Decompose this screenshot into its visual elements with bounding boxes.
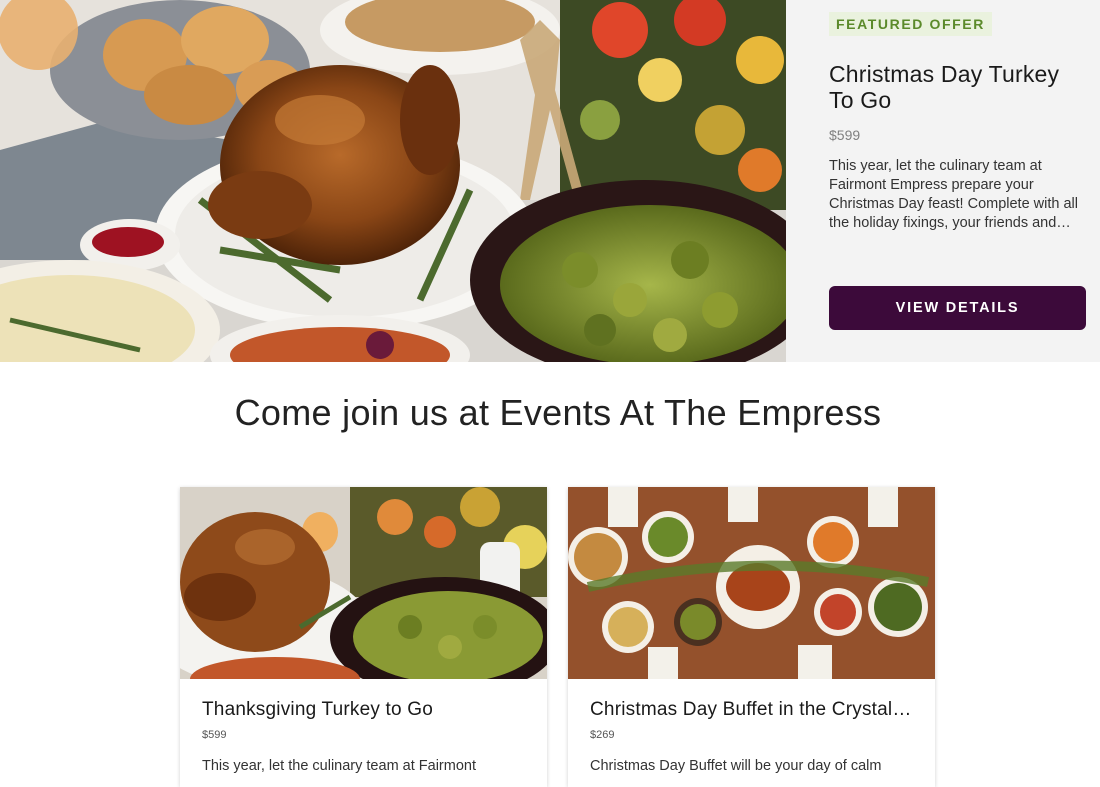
offer-price: $599 [829,127,861,143]
card-price: $599 [202,729,227,741]
hero-food-illustration [0,0,786,362]
featured-offer-hero: FEATURED OFFER Christmas Day Turkey To G… [0,0,1100,362]
offer-title[interactable]: Christmas Day Turkey To Go [829,61,1086,113]
card-description: This year, let the culinary team at Fair… [202,758,476,774]
card-description: Christmas Day Buffet will be your day of… [590,758,882,774]
card-title[interactable]: Thanksgiving Turkey to Go [202,699,525,721]
event-card[interactable]: Thanksgiving Turkey to Go $599 This year… [180,487,547,787]
card-price: $269 [590,729,615,741]
featured-offer-panel: FEATURED OFFER Christmas Day Turkey To G… [786,0,1100,362]
section-title: Come join us at Events At The Empress [234,392,882,433]
card-body: Thanksgiving Turkey to Go $599 This year… [180,679,547,776]
event-card[interactable]: Christmas Day Buffet in the Crystal Ball… [568,487,935,787]
view-details-button[interactable]: VIEW DETAILS [829,286,1086,330]
card-buffet-illustration [568,487,935,679]
featured-offer-badge: FEATURED OFFER [829,12,992,36]
card-image[interactable] [180,487,547,679]
card-body: Christmas Day Buffet in the Crystal Ball… [568,679,935,776]
card-food-illustration [180,487,547,679]
card-title[interactable]: Christmas Day Buffet in the Crystal Ball… [590,699,913,721]
card-image[interactable] [568,487,935,679]
offer-description: This year, let the culinary team at Fair… [829,158,1078,231]
hero-image[interactable] [0,0,786,362]
